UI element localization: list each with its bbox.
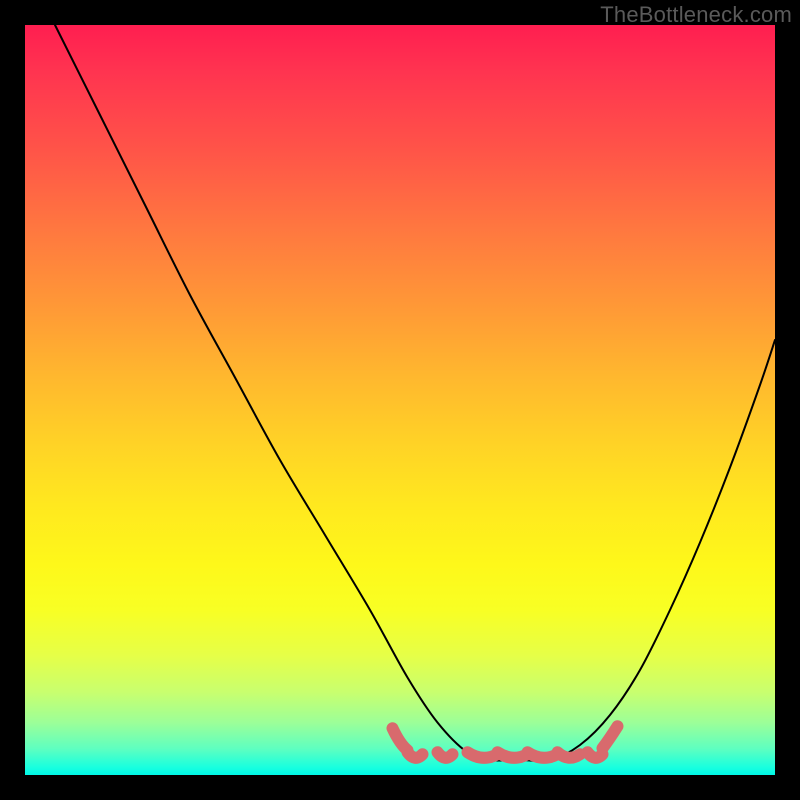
trough-dash xyxy=(603,726,618,748)
curve-svg xyxy=(25,25,775,775)
bottleneck-curve xyxy=(55,25,775,761)
trough-dash xyxy=(393,728,408,750)
watermark-text: TheBottleneck.com xyxy=(600,2,792,28)
trough-dash xyxy=(438,752,453,758)
trough-dash xyxy=(558,752,581,758)
chart-frame xyxy=(25,25,775,775)
